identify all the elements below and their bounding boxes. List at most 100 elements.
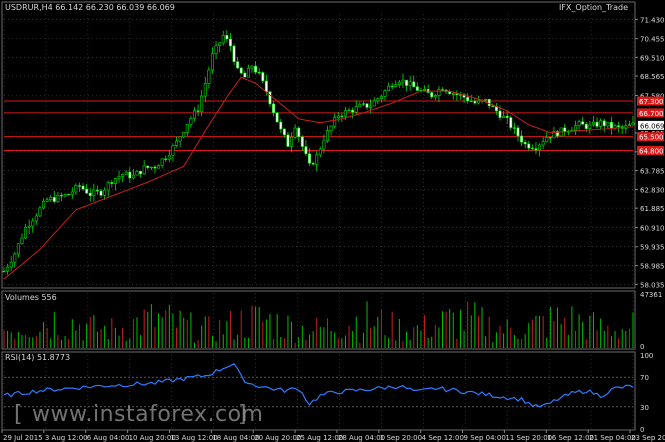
- candle-body: [261, 72, 265, 82]
- time-axis-label: 28 Aug 04:00: [338, 434, 385, 442]
- candle-body: [272, 103, 276, 113]
- candle-body: [311, 162, 315, 165]
- candle-body: [606, 122, 610, 127]
- candle-body: [49, 197, 53, 200]
- candle-body: [491, 105, 495, 107]
- candle-body: [131, 174, 135, 179]
- candle-body: [430, 92, 434, 98]
- watermark: [ www.instaforex.com ]: [14, 402, 264, 427]
- candle-body: [591, 121, 595, 126]
- candle-body: [318, 148, 322, 156]
- candle-body: [376, 98, 380, 102]
- time-axis: 29 Jul 2015 3 Aug 12:00 6 Aug 04:00 10 Aug …: [1, 430, 665, 442]
- candle-body: [523, 141, 527, 145]
- candle-body: [584, 123, 588, 129]
- indicator-name: IFX_Option_Trade: [559, 3, 628, 12]
- candle-body: [530, 147, 534, 150]
- candle-body: [239, 67, 243, 74]
- candle-body: [595, 121, 599, 127]
- candle-body: [106, 182, 110, 191]
- candle-body: [365, 103, 369, 108]
- time-axis-label: 23 Sep 20:00: [631, 434, 665, 442]
- level-tag-label: 67.300: [639, 98, 664, 106]
- candle-body: [282, 128, 286, 136]
- candle-body: [369, 105, 373, 108]
- price-axis-label: 68.565: [640, 73, 665, 81]
- candle-body: [325, 130, 329, 142]
- candle-body: [124, 171, 128, 175]
- candle-body: [509, 117, 513, 128]
- candle-body: [573, 125, 577, 131]
- candle-body: [110, 182, 114, 184]
- candle-body: [63, 193, 67, 197]
- rsi-axis-label: 70: [640, 374, 649, 382]
- candle-body: [254, 65, 258, 73]
- price-axis-label: 58.035: [640, 281, 665, 289]
- candle-body: [178, 136, 182, 142]
- watermark-text: www.instaforex.com: [32, 402, 264, 427]
- candle-body: [24, 226, 28, 239]
- candle-body: [379, 96, 383, 99]
- candle-body: [153, 166, 157, 169]
- volume-panel[interactable]: Volumes 556: [1, 290, 636, 350]
- watermark-right-bracket: ]: [238, 402, 247, 427]
- candle-body: [81, 185, 85, 190]
- time-axis-label: 4 Sep 12:00: [422, 434, 464, 442]
- candle-body: [128, 171, 132, 179]
- candle-body: [164, 158, 168, 160]
- candle-body: [221, 35, 225, 44]
- rsi-axis-label: 30: [640, 404, 649, 412]
- candle-body: [383, 90, 387, 97]
- candle-body: [200, 95, 204, 112]
- candle-body: [243, 72, 247, 78]
- candle-body: [505, 115, 509, 118]
- time-axis-label: 29 Jul 2015: [3, 434, 43, 442]
- candle-body: [433, 95, 437, 98]
- time-axis-label: 9 Sep 04:00: [464, 434, 506, 442]
- candle-body: [246, 67, 250, 78]
- candle-body: [297, 127, 301, 138]
- candle-body: [333, 117, 337, 127]
- candle-body: [268, 91, 272, 105]
- candle-body: [581, 121, 585, 125]
- candle-body: [225, 35, 229, 40]
- candle-body: [52, 197, 56, 202]
- price-panel[interactable]: USDRUR,H4 66.142 66.230 66.039 66.069 IF…: [1, 1, 636, 289]
- candle-body: [512, 127, 516, 129]
- candle-body: [534, 148, 538, 151]
- candle-body: [631, 122, 635, 126]
- candle-body: [290, 136, 294, 147]
- candle-body: [20, 237, 24, 244]
- candle-body: [34, 215, 38, 222]
- rsi-axis-label: 0: [640, 426, 644, 434]
- time-axis-label: 13 Aug 12:00: [170, 434, 217, 442]
- price-axis-label: 58.985: [640, 263, 665, 271]
- candle-body: [538, 144, 542, 151]
- candle-body: [92, 189, 96, 196]
- current-price-tag: 66.069: [638, 120, 665, 130]
- candle-body: [609, 122, 613, 129]
- candle-body: [279, 121, 283, 130]
- current-price-label: 66.069: [640, 122, 665, 130]
- time-axis-label: 3 Aug 12:00: [45, 434, 88, 442]
- time-axis-label: 11 Sep 20:00: [505, 434, 552, 442]
- rsi-axis-label: 100: [640, 352, 653, 360]
- time-axis-label: 25 Aug 12:00: [296, 434, 343, 442]
- chart-window[interactable]: USDRUR,H4 66.142 66.230 66.039 66.069 IF…: [0, 0, 665, 442]
- candle-body: [390, 85, 394, 88]
- candle-body: [408, 81, 412, 86]
- candle-body: [67, 193, 71, 196]
- candle-body: [437, 89, 441, 96]
- candle-body: [541, 141, 545, 146]
- candle-body: [45, 199, 49, 202]
- candle-body: [113, 178, 117, 184]
- candle-body: [13, 253, 17, 263]
- level-tag-label: 65.500: [639, 134, 664, 142]
- candle-body: [250, 65, 254, 69]
- candle-body: [103, 189, 107, 196]
- candle-body: [218, 42, 222, 46]
- price-axis-label: 71.430: [640, 16, 665, 24]
- candle-body: [56, 195, 60, 202]
- candle-body: [236, 61, 240, 69]
- candle-body: [228, 38, 232, 47]
